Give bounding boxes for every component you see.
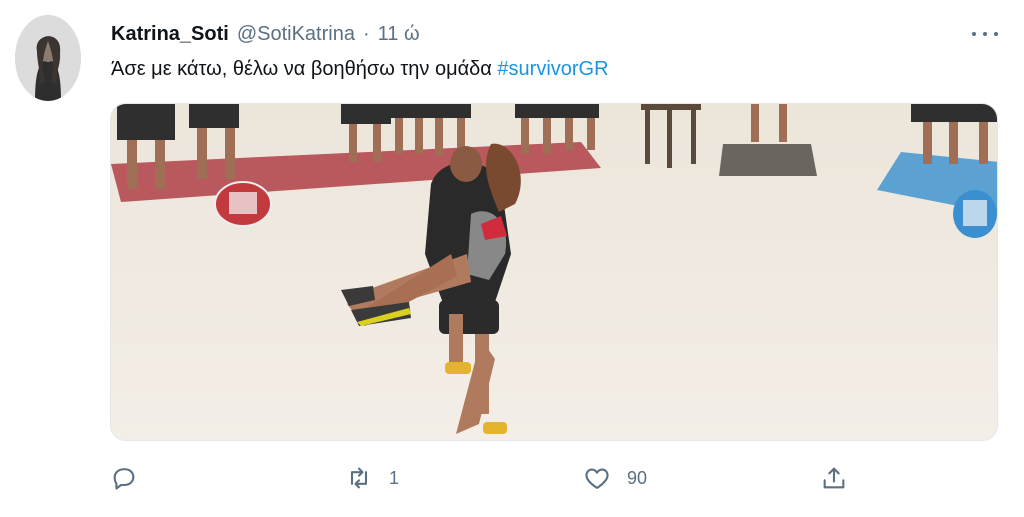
like-button[interactable]: 90 [583,458,647,498]
tweet-body: Άσε με κάτω, θέλω να βοηθήσω την ομάδα [111,58,492,80]
display-name[interactable]: Katrina_Soti [111,23,229,46]
heart-icon [585,468,609,489]
avatar[interactable] [15,15,81,101]
tweet-header: Katrina_Soti @SotiKatrina · 11 ώ [111,20,420,48]
like-count: 90 [627,467,648,488]
retweet-button[interactable]: 1 [345,458,399,498]
tweet-timestamp[interactable]: 11 ώ [378,23,420,46]
tweet-actions: 1 90 [110,458,870,498]
hashtag-link[interactable]: #survivorGR [497,58,608,80]
separator-dot: · [362,22,370,45]
more-options-icon[interactable] [968,22,1002,46]
retweet-icon [350,467,368,489]
tweet-card: Katrina_Soti @SotiKatrina · 11 ώ Άσε με … [0,0,1024,517]
reply-icon [113,468,135,490]
tweet-text: Άσε με κάτω, θέλω να βοηθήσω την ομάδα #… [111,54,609,84]
user-handle[interactable]: @SotiKatrina [237,23,355,46]
reply-button[interactable] [110,458,138,498]
tweet-media-image[interactable] [110,103,998,441]
share-icon [823,467,845,489]
retweet-count: 1 [389,467,400,488]
share-button[interactable] [820,458,848,498]
